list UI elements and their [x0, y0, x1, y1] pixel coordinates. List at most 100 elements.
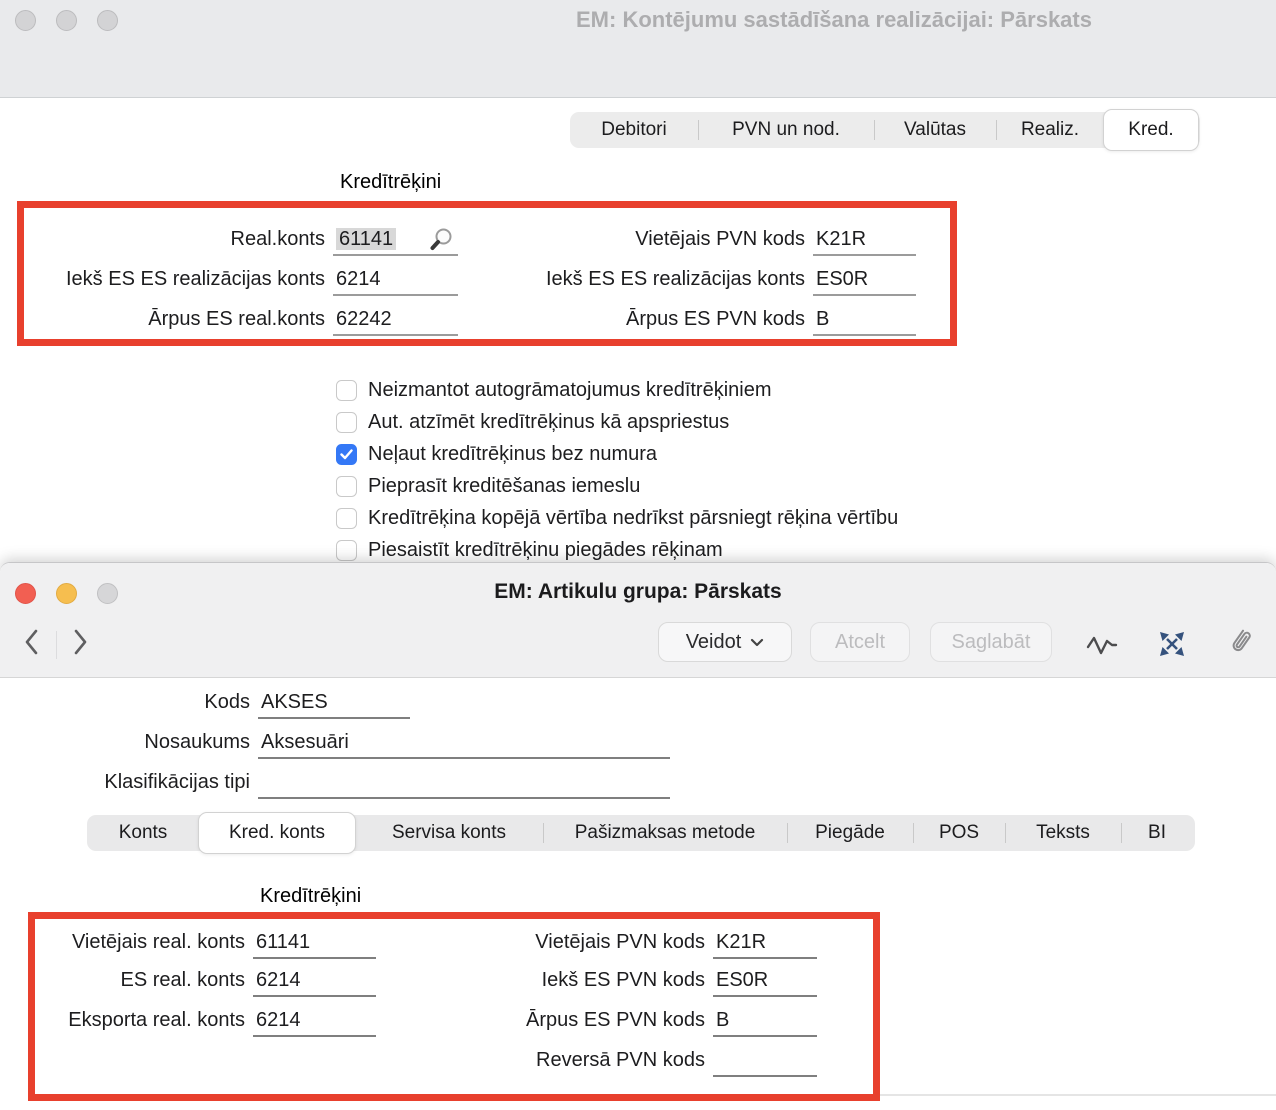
field-vietejais-pvn-kods: Vietējais PVN kods K21R — [460, 226, 916, 256]
tab-realiz[interactable]: Realiz. — [996, 112, 1104, 148]
vietejais-pvn-input[interactable]: K21R — [813, 226, 916, 256]
field-kods: Kods AKSES — [60, 689, 410, 719]
ieks-es-pvn-input[interactable]: ES0R — [713, 967, 817, 997]
zoom-icon[interactable] — [97, 10, 118, 31]
vietejais-real-konts-input[interactable]: 61141 — [253, 929, 376, 959]
tab-pvn-un-nod[interactable]: PVN un nod. — [698, 112, 874, 148]
field-ieks-es-real-konts: Iekš ES ES realizācijas konts 6214 — [20, 266, 458, 296]
tab-bi[interactable]: BI — [1121, 815, 1193, 851]
field-label: Ārpus ES PVN kods — [400, 1007, 705, 1032]
field-label: Vietējais PVN kods — [460, 226, 805, 251]
arpus-es-pvn-input[interactable]: B — [713, 1007, 817, 1037]
window-bottom-edge — [880, 1094, 1276, 1096]
field-value-selected: 61141 — [336, 228, 396, 250]
expand-icon[interactable] — [1158, 630, 1186, 658]
checkbox[interactable] — [336, 476, 357, 497]
eksporta-real-konts-input[interactable]: 6214 — [253, 1007, 376, 1037]
checkbox[interactable] — [336, 380, 357, 401]
window1-tab-bar: Debitori PVN un nod. Valūtas Realiz. Kre… — [570, 112, 1200, 148]
real-konts-input[interactable]: 61141 — [333, 226, 458, 256]
vietejais-pvn-input[interactable]: K21R — [713, 929, 817, 959]
field-value: 61141 — [256, 931, 310, 953]
nav-divider — [56, 631, 57, 659]
checkbox-label: Neizmantot autogrāmatojumus kredītrēķini… — [368, 379, 772, 402]
section-heading-kreditrekini: Kredītrēķini — [260, 885, 361, 908]
close-icon[interactable] — [15, 10, 36, 31]
checkbox-label: Aut. atzīmēt kredītrēķinus kā apspriestu… — [368, 411, 729, 434]
field-klasifikacijas-tipi: Klasifikācijas tipi — [60, 769, 670, 799]
field-label: Ārpus ES PVN kods — [460, 306, 805, 331]
checkbox-row: Piesaistīt kredītrēķinu piegādes rēķinam — [336, 537, 723, 563]
field-label: Iekš ES ES realizācijas konts — [460, 266, 805, 291]
field-value: K21R — [816, 228, 866, 250]
field-es-real-konts: ES real. konts 6214 — [30, 967, 376, 997]
veidot-label: Veidot — [686, 631, 742, 654]
arpus-es-konts-input[interactable]: 62242 — [333, 306, 458, 336]
forward-icon[interactable] — [73, 629, 89, 655]
tab-pasizmaksas-metode[interactable]: Pašizmaksas metode — [543, 815, 787, 851]
field-ieks-es-pvn: Iekš ES ES realizācijas konts ES0R — [460, 266, 916, 296]
checkbox-row: Neļaut kredītrēķinus bez numura — [336, 441, 657, 467]
tab-konts[interactable]: Konts — [87, 815, 199, 851]
field-nosaukums: Nosaukums Aksesuāri — [60, 729, 670, 759]
tab-teksts[interactable]: Teksts — [1005, 815, 1121, 851]
field-label: Real.konts — [20, 226, 325, 251]
tab-debitori[interactable]: Debitori — [570, 112, 698, 148]
tab-kred[interactable]: Kred. — [1103, 109, 1199, 151]
checkbox-row: Neizmantot autogrāmatojumus kredītrēķini… — [336, 377, 772, 403]
minimize-icon[interactable] — [56, 10, 77, 31]
atcelt-label: Atcelt — [835, 631, 885, 654]
window2-title: EM: Artikulu grupa: Pārskats — [0, 580, 1276, 604]
checkbox[interactable] — [336, 444, 357, 465]
reversa-pvn-input[interactable] — [713, 1047, 817, 1077]
atcelt-button[interactable]: Atcelt — [810, 622, 910, 662]
back-icon[interactable] — [23, 629, 39, 655]
field-value: B — [716, 1009, 729, 1031]
tab-pos[interactable]: POS — [913, 815, 1005, 851]
es-real-konts-input[interactable]: 6214 — [253, 967, 376, 997]
field-label: Kods — [60, 689, 250, 714]
tab-kred-konts[interactable]: Kred. konts — [198, 812, 356, 854]
checkbox[interactable] — [336, 412, 357, 433]
nosaukums-input[interactable]: Aksesuāri — [258, 729, 670, 759]
ieks-es-pvn-input[interactable]: ES0R — [813, 266, 916, 296]
kods-input[interactable]: AKSES — [258, 689, 410, 719]
klasifikacijas-tipi-input[interactable] — [258, 769, 670, 799]
field-label: Iekš ES PVN kods — [400, 967, 705, 992]
field-vietejais-real-konts: Vietējais real. konts 61141 — [30, 929, 376, 959]
checkbox-label: Kredītrēķina kopējā vērtība nedrīkst pār… — [368, 507, 898, 530]
tab-piegade[interactable]: Piegāde — [787, 815, 913, 851]
field-ieks-es-pvn-kods: Iekš ES PVN kods ES0R — [400, 967, 817, 997]
field-label: Ārpus ES real.konts — [20, 306, 325, 331]
field-arpus-es-pvn: Ārpus ES PVN kods B — [460, 306, 916, 336]
checkbox-label: Piesaistīt kredītrēķinu piegādes rēķinam — [368, 539, 723, 562]
field-value: 6214 — [256, 969, 301, 991]
checkbox[interactable] — [336, 540, 357, 561]
search-icon[interactable] — [428, 227, 454, 253]
checkbox-row: Pieprasīt kreditēšanas iemeslu — [336, 473, 640, 499]
checkbox-row: Aut. atzīmēt kredītrēķinus kā apspriestu… — [336, 409, 729, 435]
section-heading-kreditrekini: Kredītrēķini — [340, 171, 441, 194]
arpus-es-pvn-input[interactable]: B — [813, 306, 916, 336]
saglabat-button[interactable]: Saglabāt — [930, 622, 1052, 662]
veidot-button[interactable]: Veidot — [658, 622, 792, 662]
checkbox[interactable] — [336, 508, 357, 529]
field-value: 62242 — [336, 308, 392, 330]
checkbox-label: Neļaut kredītrēķinus bez numura — [368, 443, 657, 466]
field-label: Vietējais real. konts — [30, 929, 245, 954]
field-value: ES0R — [716, 969, 768, 991]
checkbox-row: Kredītrēķina kopējā vērtība nedrīkst pār… — [336, 505, 898, 531]
field-arpus-es-real-konts: Ārpus ES real.konts 62242 — [20, 306, 458, 336]
field-label: Nosaukums — [60, 729, 250, 754]
ieks-es-konts-input[interactable]: 6214 — [333, 266, 458, 296]
check-icon — [340, 449, 353, 460]
window1-title: EM: Kontējumu sastādīšana realizācijai: … — [576, 7, 1092, 33]
tab-servisa-konts[interactable]: Servisa konts — [355, 815, 543, 851]
field-eksporta-real-konts: Eksporta real. konts 6214 — [30, 1007, 376, 1037]
field-label: Klasifikācijas tipi — [60, 769, 250, 794]
field-value: K21R — [716, 931, 766, 953]
attachment-icon[interactable] — [1227, 627, 1253, 657]
activity-icon[interactable] — [1086, 633, 1118, 659]
tab-valutas[interactable]: Valūtas — [874, 112, 996, 148]
checkbox-label: Pieprasīt kreditēšanas iemeslu — [368, 475, 640, 498]
